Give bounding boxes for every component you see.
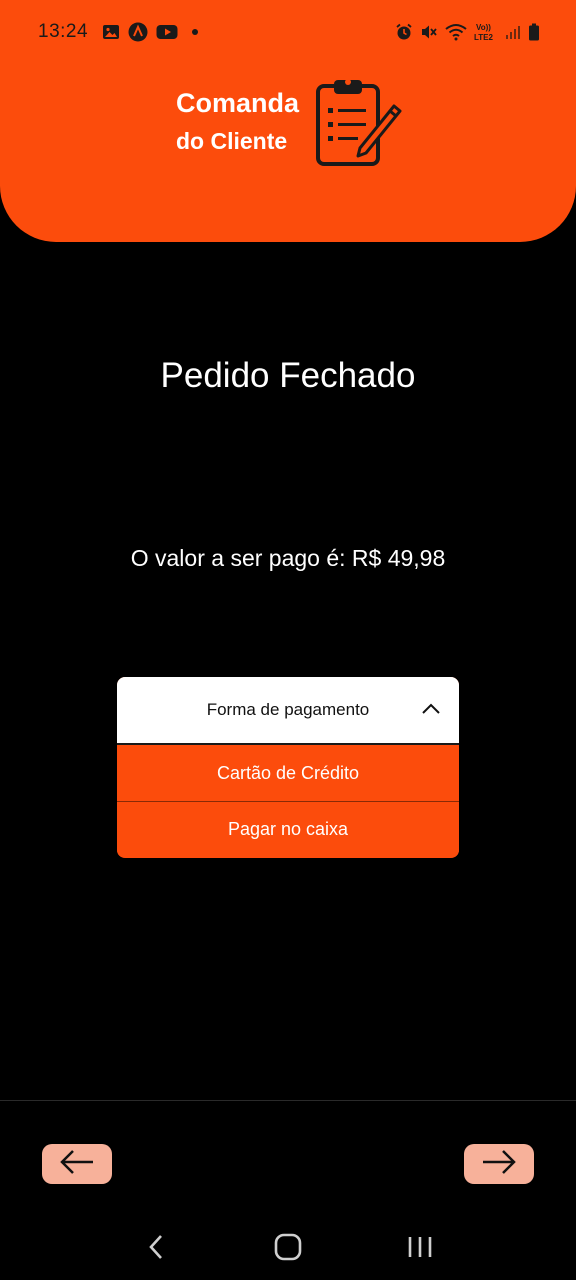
recents-icon[interactable]	[390, 1218, 450, 1276]
payment-method-dropdown[interactable]: Forma de pagamento Cartão de Crédito Pag…	[117, 677, 459, 858]
option-pay-at-counter[interactable]: Pagar no caixa	[117, 801, 459, 857]
alarm-icon	[395, 23, 413, 41]
notification-dot	[192, 29, 199, 35]
image-icon	[102, 24, 120, 40]
svg-text:Vo)): Vo))	[476, 23, 491, 32]
app-header: 13:24 Vo)) LTE2 Comanda do Cliente	[0, 0, 576, 242]
system-navigation-bar	[0, 1218, 576, 1276]
mute-icon	[420, 23, 438, 41]
amount-text: O valor a ser pago é: R$ 49,98	[130, 545, 446, 571]
brand-subtitle: do Cliente	[176, 128, 288, 154]
app-icon	[128, 22, 148, 42]
clipboard-pen-icon	[314, 78, 404, 173]
payment-dropdown-label: Forma de pagamento	[206, 700, 370, 719]
payment-dropdown-header[interactable]: Forma de pagamento	[117, 677, 459, 745]
arrow-left-icon	[58, 1148, 96, 1181]
status-bar: 13:24 Vo)) LTE2	[0, 0, 576, 64]
option-credit-card[interactable]: Cartão de Crédito	[117, 745, 459, 801]
svg-text:LTE2: LTE2	[474, 33, 494, 42]
footer-divider	[0, 1100, 576, 1101]
arrow-right-icon	[480, 1148, 518, 1181]
back-icon[interactable]	[126, 1218, 186, 1276]
chevron-up-icon[interactable]	[421, 701, 441, 721]
status-time: 13:24	[38, 21, 89, 42]
brand-title: Comanda	[176, 88, 300, 118]
next-button[interactable]	[464, 1144, 534, 1184]
brand: Comanda do Cliente	[176, 78, 416, 174]
page-title: Pedido Fechado	[160, 356, 416, 395]
home-icon[interactable]	[258, 1218, 318, 1276]
volte-icon: Vo)) LTE2	[474, 22, 498, 42]
wifi-icon	[445, 23, 467, 41]
youtube-icon	[156, 24, 178, 40]
battery-icon	[528, 23, 540, 41]
previous-button[interactable]	[42, 1144, 112, 1184]
signal-icon	[505, 24, 521, 40]
